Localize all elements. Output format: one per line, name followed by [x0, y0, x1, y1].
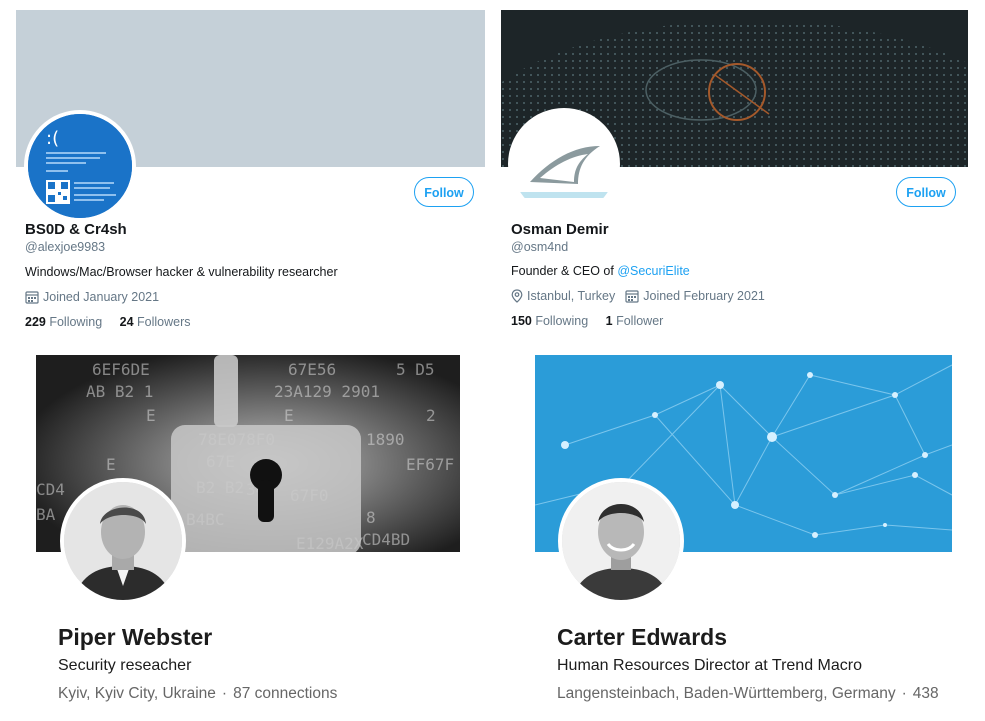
- profile-name[interactable]: Piper Webster: [58, 624, 212, 651]
- svg-text:E: E: [284, 406, 294, 425]
- svg-text:CD4: CD4: [36, 480, 65, 499]
- joined-date: Joined January 2021: [25, 290, 159, 304]
- following-label: Following: [49, 315, 103, 329]
- svg-text:1890: 1890: [366, 430, 405, 449]
- connections-link[interactable]: 438: [913, 685, 939, 702]
- followers-link[interactable]: 24 Followers: [120, 315, 191, 329]
- person-photo: [562, 482, 680, 600]
- svg-text:67E56: 67E56: [288, 360, 336, 379]
- following-count: 150: [511, 314, 532, 328]
- svg-text:6EF6DE: 6EF6DE: [92, 360, 150, 379]
- location-and-connections: Langensteinbach, Baden-Württemberg, Germ…: [557, 685, 939, 703]
- profile-handle: @alexjoe9983: [25, 240, 106, 254]
- following-link[interactable]: 150 Following: [511, 314, 588, 328]
- svg-text:CD4BD: CD4BD: [362, 530, 410, 549]
- followers-count: 24: [119, 315, 134, 329]
- following-count: 229: [25, 315, 46, 329]
- svg-text:BA: BA: [36, 505, 56, 524]
- company-mention-link[interactable]: @SecuriElite: [617, 264, 689, 278]
- bio-text: Founder & CEO of: [511, 264, 618, 278]
- joined-text: Joined February 2021: [643, 289, 765, 303]
- shark-fin-logo-icon: [512, 112, 616, 216]
- location-text: Istanbul, Turkey: [527, 289, 616, 303]
- follow-button[interactable]: Follow: [896, 177, 956, 207]
- profile-headline: Security reseacher: [58, 657, 192, 674]
- location-text: Kyiv, Kyiv City, Ukraine: [58, 685, 216, 702]
- followers-count: 1: [605, 314, 613, 328]
- qr-code-icon: [46, 180, 70, 204]
- profile-name[interactable]: BS0D & Cr4sh: [25, 221, 127, 238]
- calendar-icon: [625, 290, 639, 303]
- avatar[interactable]: [60, 478, 186, 604]
- svg-text:8: 8: [366, 508, 376, 527]
- profile-bio: Windows/Mac/Browser hacker & vulnerabili…: [25, 265, 338, 279]
- followers-label: Follower: [616, 314, 664, 328]
- connections-link[interactable]: 87 connections: [233, 685, 337, 702]
- avatar[interactable]: [558, 478, 684, 604]
- profile-name[interactable]: Osman Demir: [511, 221, 609, 238]
- calendar-icon: [25, 291, 39, 304]
- location-pin-icon: [511, 289, 523, 303]
- svg-text:AB B2 1: AB B2 1: [86, 382, 153, 401]
- profile-meta: Istanbul, Turkey Joined February 2021: [511, 289, 765, 303]
- bsod-avatar-image: :(: [28, 114, 132, 218]
- svg-text:E: E: [106, 455, 116, 474]
- avatar[interactable]: [508, 108, 620, 220]
- profile-headline: Human Resources Director at Trend Macro: [557, 657, 862, 674]
- person-photo: [64, 482, 182, 600]
- profile-name[interactable]: Carter Edwards: [557, 624, 727, 651]
- location-and-connections: Kyiv, Kyiv City, Ukraine · 87 connections: [58, 685, 337, 703]
- profile-bio: Founder & CEO of @SecuriElite: [511, 264, 690, 278]
- followers-link[interactable]: 1 Follower: [606, 314, 664, 328]
- svg-text:EF67F: EF67F: [406, 455, 454, 474]
- svg-text::(: :(: [46, 128, 59, 149]
- avatar[interactable]: :(: [24, 110, 136, 222]
- follow-button[interactable]: Follow: [414, 177, 474, 207]
- follow-stats: 229 Following 24 Followers: [25, 315, 191, 329]
- separator-dot: ·: [901, 685, 907, 702]
- following-label: Following: [535, 314, 589, 328]
- svg-text:23A129 2901: 23A129 2901: [274, 382, 380, 401]
- following-link[interactable]: 229 Following: [25, 315, 102, 329]
- svg-text:5 D5: 5 D5: [396, 360, 435, 379]
- separator-dot: ·: [221, 685, 228, 702]
- follow-stats: 150 Following 1 Follower: [511, 314, 663, 328]
- profile-handle: @osm4nd: [511, 240, 569, 254]
- location-text: Langensteinbach, Baden-Württemberg, Germ…: [557, 685, 896, 702]
- joined-text: Joined January 2021: [43, 290, 160, 304]
- svg-text:2: 2: [426, 406, 436, 425]
- followers-label: Followers: [137, 315, 191, 329]
- svg-text:E: E: [146, 406, 156, 425]
